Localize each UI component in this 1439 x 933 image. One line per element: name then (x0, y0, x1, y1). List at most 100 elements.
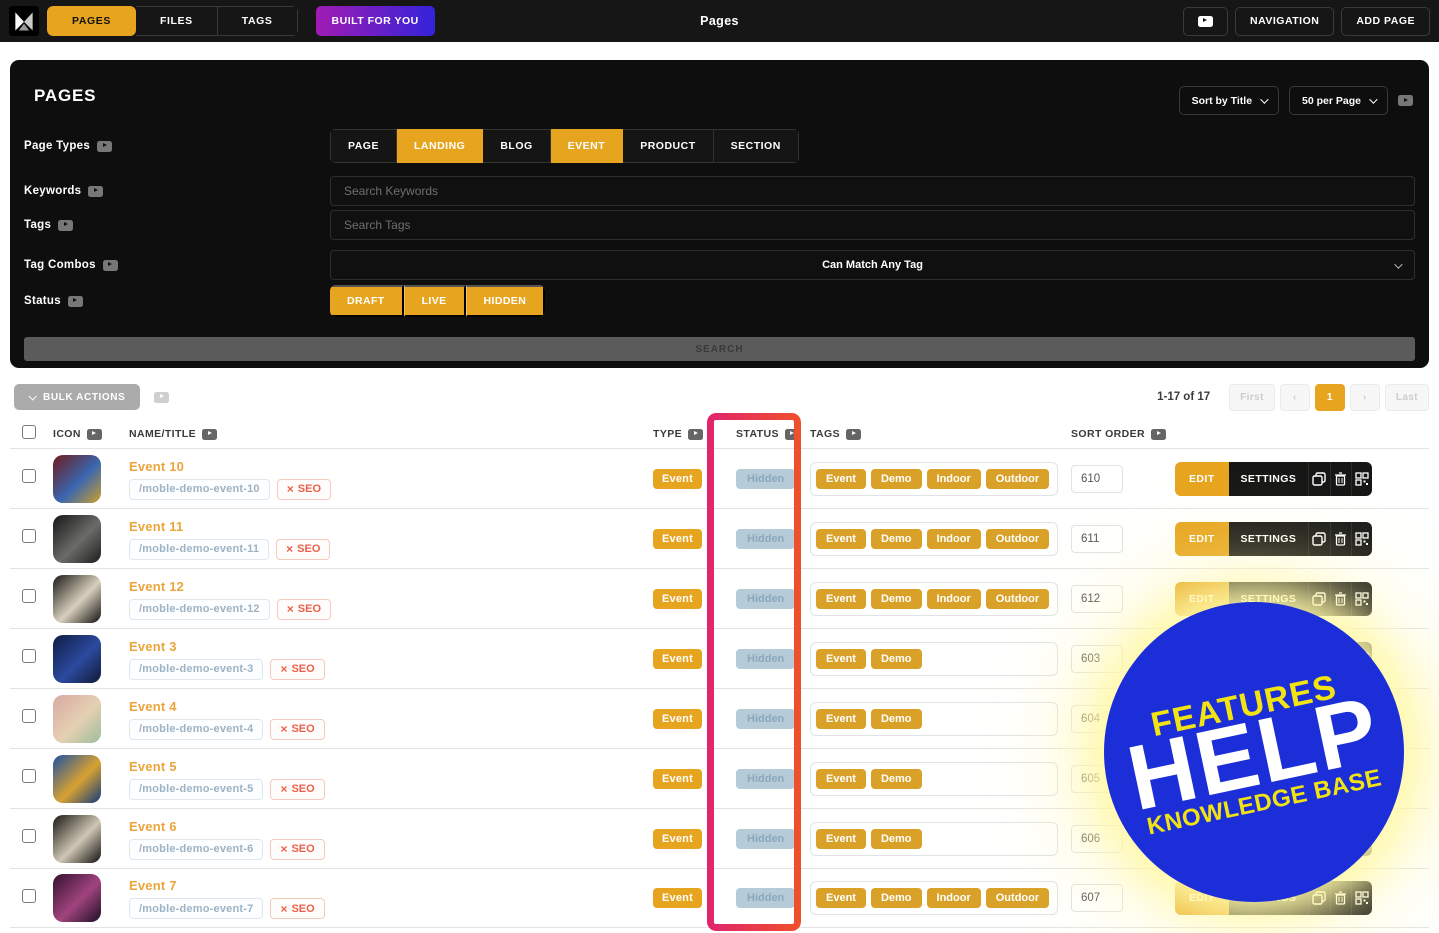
page-type-section[interactable]: SECTION (713, 129, 799, 163)
seo-status-chip[interactable]: × SEO (270, 838, 325, 860)
row-checkbox[interactable] (22, 649, 36, 663)
edit-button[interactable]: EDIT (1175, 821, 1229, 856)
page-thumbnail[interactable] (53, 874, 101, 922)
page-title-link[interactable]: Event 3 (129, 639, 177, 654)
duplicate-button[interactable] (1308, 881, 1330, 915)
settings-button[interactable]: SETTINGS (1228, 761, 1309, 796)
duplicate-button[interactable] (1308, 581, 1330, 616)
add-page-button[interactable]: ADD PAGE (1341, 6, 1430, 36)
tag-combos-select[interactable]: Can Match Any Tag (330, 250, 1415, 280)
sort-order-input[interactable] (1071, 704, 1123, 733)
page-type-landing[interactable]: LANDING (396, 129, 484, 163)
tab-files[interactable]: FILES (135, 6, 218, 36)
video-icon[interactable] (202, 428, 217, 440)
video-icon[interactable] (58, 219, 74, 231)
delete-button[interactable] (1329, 761, 1351, 796)
video-icon[interactable] (97, 140, 113, 152)
page-title-link[interactable]: Event 10 (129, 459, 184, 474)
qr-code-button[interactable] (1350, 641, 1372, 676)
sort-order-input[interactable] (1071, 764, 1123, 793)
seo-status-chip[interactable]: × SEO (270, 898, 325, 919)
row-checkbox[interactable] (22, 888, 36, 903)
sort-order-input[interactable] (1071, 524, 1123, 553)
duplicate-button[interactable] (1308, 761, 1330, 796)
video-icon[interactable] (102, 259, 118, 271)
video-icon[interactable] (688, 428, 704, 440)
pagination-next-button[interactable]: › (1349, 383, 1380, 411)
seo-status-chip[interactable]: × SEO (276, 598, 331, 620)
built-for-you-button[interactable]: BUILT FOR YOU (315, 6, 435, 36)
navigation-button[interactable]: NAVIGATION (1234, 6, 1335, 36)
page-title-link[interactable]: Event 11 (129, 519, 183, 534)
qr-code-button[interactable] (1350, 761, 1372, 796)
edit-button[interactable]: EDIT (1175, 881, 1229, 915)
keywords-input[interactable] (330, 176, 1415, 206)
delete-button[interactable] (1329, 641, 1351, 676)
page-title-link[interactable]: Event 12 (129, 579, 184, 594)
help-video-button[interactable] (1182, 6, 1228, 36)
pagination-page-1-button[interactable]: 1 (1314, 383, 1345, 411)
delete-button[interactable] (1329, 521, 1351, 556)
qr-code-button[interactable] (1350, 461, 1372, 496)
video-icon[interactable] (88, 185, 104, 197)
bulk-actions-button[interactable]: BULK ACTIONS (14, 384, 141, 410)
row-checkbox[interactable] (22, 769, 36, 783)
tab-tags[interactable]: TAGS (217, 6, 298, 36)
qr-code-button[interactable] (1350, 581, 1372, 616)
qr-code-button[interactable] (1350, 701, 1372, 736)
page-type-product[interactable]: PRODUCT (623, 129, 714, 163)
settings-button[interactable]: SETTINGS (1228, 521, 1309, 556)
pagination-first-button[interactable]: First (1229, 383, 1275, 411)
page-type-page[interactable]: PAGE (330, 129, 397, 163)
video-icon[interactable] (784, 428, 800, 440)
qr-code-button[interactable] (1350, 521, 1372, 556)
video-icon[interactable] (1398, 95, 1413, 106)
sort-order-input[interactable] (1071, 824, 1123, 853)
video-icon[interactable] (846, 428, 861, 440)
seo-status-chip[interactable]: × SEO (276, 478, 331, 500)
per-page-select[interactable]: 50 per Page (1289, 86, 1388, 115)
sort-order-input[interactable] (1071, 584, 1123, 613)
app-logo[interactable] (9, 6, 39, 36)
status-filter-draft[interactable]: DRAFT (330, 285, 404, 317)
video-icon[interactable] (67, 295, 83, 307)
video-icon[interactable] (1151, 428, 1167, 440)
row-checkbox[interactable] (22, 469, 36, 483)
sort-by-select[interactable]: Sort by Title (1178, 86, 1280, 115)
sort-order-input[interactable] (1071, 884, 1123, 912)
page-title-link[interactable]: Event 6 (129, 819, 177, 834)
status-filter-live[interactable]: LIVE (403, 285, 466, 317)
sort-order-input[interactable] (1071, 644, 1123, 673)
edit-button[interactable]: EDIT (1175, 461, 1229, 496)
page-thumbnail[interactable] (53, 754, 101, 803)
duplicate-button[interactable] (1308, 641, 1330, 676)
page-thumbnail[interactable] (53, 694, 101, 743)
page-thumbnail[interactable] (53, 634, 101, 683)
seo-status-chip[interactable]: × SEO (276, 538, 331, 560)
pagination-last-button[interactable]: Last (1384, 383, 1429, 411)
page-thumbnail[interactable] (53, 454, 101, 503)
duplicate-button[interactable] (1308, 821, 1330, 856)
seo-status-chip[interactable]: × SEO (270, 658, 325, 680)
delete-button[interactable] (1329, 821, 1351, 856)
page-title-link[interactable]: Event 5 (129, 759, 177, 774)
page-title-link[interactable]: Event 4 (129, 699, 177, 714)
duplicate-button[interactable] (1308, 701, 1330, 736)
page-type-blog[interactable]: BLOG (483, 129, 551, 163)
duplicate-button[interactable] (1308, 521, 1330, 556)
edit-button[interactable]: EDIT (1175, 701, 1229, 736)
delete-button[interactable] (1329, 701, 1351, 736)
settings-button[interactable]: SETTINGS (1228, 881, 1309, 915)
select-all-checkbox[interactable] (22, 424, 36, 439)
seo-status-chip[interactable]: × SEO (270, 778, 325, 800)
page-thumbnail[interactable] (53, 514, 101, 563)
tags-search-input[interactable] (330, 210, 1415, 240)
status-filter-hidden[interactable]: HIDDEN (465, 285, 546, 317)
settings-button[interactable]: SETTINGS (1228, 581, 1309, 616)
settings-button[interactable]: SETTINGS (1228, 461, 1309, 496)
pagination-prev-button[interactable]: ‹ (1279, 383, 1310, 411)
video-icon[interactable] (86, 428, 102, 440)
row-checkbox[interactable] (22, 529, 36, 543)
page-title-link[interactable]: Event 7 (129, 878, 177, 893)
settings-button[interactable]: SETTINGS (1228, 821, 1309, 856)
